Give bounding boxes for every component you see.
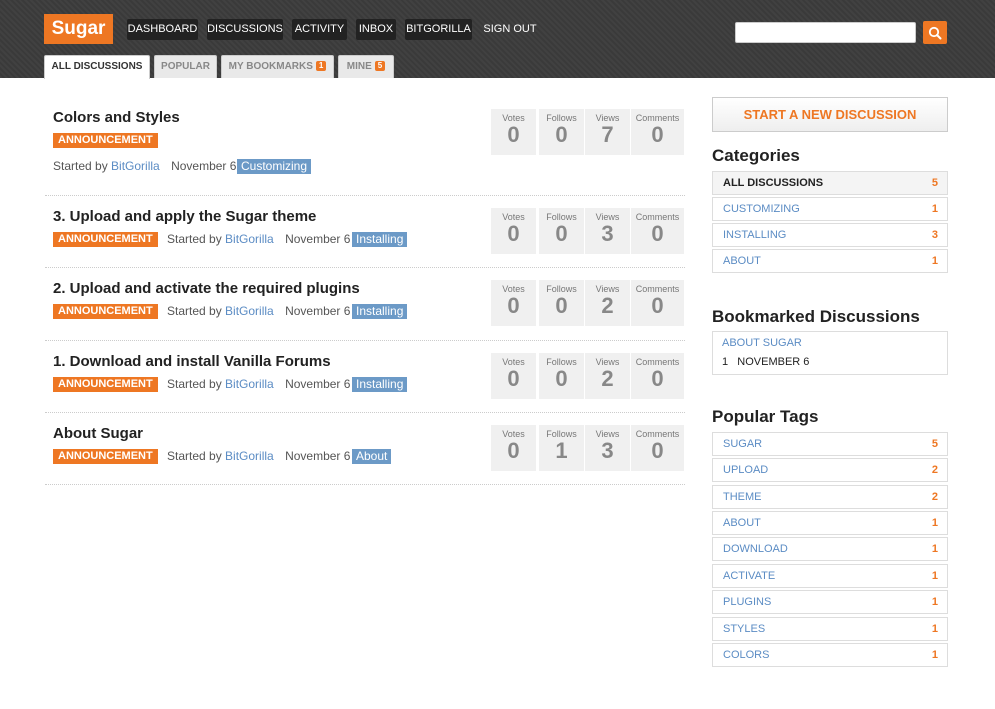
- count-badge: 5: [374, 61, 386, 71]
- discussion-meta: Started by BitGorilla November 6: [53, 159, 237, 173]
- popular-tags-heading: Popular Tags: [712, 407, 819, 426]
- announcement-badge: ANNOUNCEMENT: [53, 377, 158, 392]
- votes-count: Votes 0: [491, 280, 536, 326]
- tag-plugins[interactable]: PLUGINS 1: [712, 590, 948, 614]
- discussion-counts: Votes 0 Follows 1 Views 3 Comments 0: [491, 425, 684, 471]
- author-link[interactable]: BitGorilla: [225, 232, 274, 246]
- category-tag[interactable]: Customizing: [237, 159, 312, 174]
- discussion-meta: Started by BitGorilla November 6: [167, 449, 351, 463]
- category-tag[interactable]: Installing: [352, 232, 408, 247]
- category-tag[interactable]: Installing: [352, 377, 408, 392]
- category-installing[interactable]: INSTALLING 3: [712, 223, 948, 247]
- tag-activate[interactable]: ACTIVATE 1: [712, 564, 948, 588]
- discussion-item: 1. Download and install Vanilla Forums A…: [45, 340, 685, 413]
- site-logo[interactable]: Sugar: [44, 14, 113, 44]
- announcement-badge: ANNOUNCEMENT: [53, 232, 158, 247]
- discussion-title[interactable]: 2. Upload and activate the required plug…: [53, 280, 360, 297]
- bookmarked-heading: Bookmarked Discussions: [712, 307, 920, 326]
- category-all-discussions[interactable]: ALL DISCUSSIONS 5: [712, 171, 948, 195]
- bookmarked-discussion: ABOUT SUGAR 1 NOVEMBER 6: [712, 331, 948, 375]
- count-badge: 1: [315, 61, 327, 71]
- tag-upload[interactable]: UPLOAD 2: [712, 458, 948, 482]
- category-tag[interactable]: Installing: [352, 304, 408, 319]
- comments-count: Comments 0: [631, 109, 684, 155]
- discussion-meta: Started by BitGorilla November 6: [167, 377, 351, 391]
- nav-sign-out[interactable]: SIGN OUT: [481, 19, 539, 40]
- tag-sugar[interactable]: SUGAR 5: [712, 432, 948, 456]
- start-new-discussion-button[interactable]: START A NEW DISCUSSION: [712, 97, 948, 132]
- views-count: Views 3: [585, 425, 630, 471]
- discussion-item: About Sugar ANNOUNCEMENT Started by BitG…: [45, 412, 685, 485]
- discussion-title[interactable]: Colors and Styles: [53, 109, 180, 126]
- nav-discussions[interactable]: DISCUSSIONS: [207, 19, 283, 40]
- follows-count: Follows 0: [539, 109, 584, 155]
- follows-count: Follows 1: [539, 425, 584, 471]
- views-count: Views 3: [585, 208, 630, 254]
- category-customizing[interactable]: CUSTOMIZING 1: [712, 197, 948, 221]
- follows-count: Follows 0: [539, 353, 584, 399]
- author-link[interactable]: BitGorilla: [225, 449, 274, 463]
- tag-about[interactable]: ABOUT 1: [712, 511, 948, 535]
- views-count: Views 7: [585, 109, 630, 155]
- author-link[interactable]: BitGorilla: [225, 377, 274, 391]
- search-button[interactable]: [923, 21, 947, 44]
- bookmarked-meta: 1 NOVEMBER 6: [722, 356, 810, 368]
- votes-count: Votes 0: [491, 353, 536, 399]
- announcement-badge: ANNOUNCEMENT: [53, 133, 158, 148]
- discussion-title[interactable]: About Sugar: [53, 425, 143, 442]
- announcement-badge: ANNOUNCEMENT: [53, 304, 158, 319]
- views-count: Views 2: [585, 353, 630, 399]
- follows-count: Follows 0: [539, 208, 584, 254]
- comments-count: Comments 0: [631, 280, 684, 326]
- discussion-item: Colors and Styles ANNOUNCEMENT Started b…: [45, 97, 685, 196]
- category-tag[interactable]: About: [352, 449, 392, 464]
- discussion-date: November 6: [171, 159, 237, 173]
- votes-count: Votes 0: [491, 208, 536, 254]
- author-link[interactable]: BitGorilla: [111, 159, 160, 173]
- discussion-counts: Votes 0 Follows 0 Views 2 Comments 0: [491, 280, 684, 326]
- nav-inbox[interactable]: INBOX: [356, 19, 396, 40]
- votes-count: Votes 0: [491, 109, 536, 155]
- tag-colors[interactable]: COLORS 1: [712, 643, 948, 667]
- author-link[interactable]: BitGorilla: [225, 304, 274, 318]
- tag-download[interactable]: DOWNLOAD 1: [712, 537, 948, 561]
- search-input[interactable]: [735, 22, 916, 43]
- tab-popular[interactable]: POPULAR: [154, 55, 217, 78]
- top-bar: Sugar DASHBOARD DISCUSSIONS ACTIVITY INB…: [0, 0, 995, 79]
- discussion-item: 3. Upload and apply the Sugar theme ANNO…: [45, 195, 685, 268]
- discussion-title[interactable]: 3. Upload and apply the Sugar theme: [53, 208, 316, 225]
- discussion-item: 2. Upload and activate the required plug…: [45, 267, 685, 341]
- follows-count: Follows 0: [539, 280, 584, 326]
- discussion-title[interactable]: 1. Download and install Vanilla Forums: [53, 353, 331, 370]
- discussion-counts: Votes 0 Follows 0 Views 3 Comments 0: [491, 208, 684, 254]
- discussion-date: November 6: [285, 377, 351, 391]
- discussion-date: November 6: [285, 304, 351, 318]
- discussion-counts: Votes 0 Follows 0 Views 7 Comments 0: [491, 109, 684, 155]
- comments-count: Comments 0: [631, 425, 684, 471]
- discussion-date: November 6: [285, 449, 351, 463]
- tag-styles[interactable]: STYLES 1: [712, 617, 948, 641]
- nav-activity[interactable]: ACTIVITY: [292, 19, 347, 40]
- categories-heading: Categories: [712, 146, 800, 165]
- tab-mine[interactable]: MINE 5: [338, 55, 394, 78]
- tab-my-bookmarks[interactable]: MY BOOKMARKS 1: [221, 55, 334, 78]
- views-count: Views 2: [585, 280, 630, 326]
- nav-dashboard[interactable]: DASHBOARD: [127, 19, 198, 40]
- comments-count: Comments 0: [631, 353, 684, 399]
- announcement-badge: ANNOUNCEMENT: [53, 449, 158, 464]
- discussion-meta: Started by BitGorilla November 6: [167, 304, 351, 318]
- votes-count: Votes 0: [491, 425, 536, 471]
- bookmarked-title[interactable]: ABOUT SUGAR: [722, 337, 802, 349]
- tab-all-discussions[interactable]: ALL DISCUSSIONS: [44, 55, 150, 79]
- comments-count: Comments 0: [631, 208, 684, 254]
- search-icon: [928, 26, 942, 40]
- nav-bitgorilla[interactable]: BITGORILLA: [405, 19, 472, 40]
- discussion-meta: Started by BitGorilla November 6: [167, 232, 351, 246]
- tag-theme[interactable]: THEME 2: [712, 485, 948, 509]
- discussion-date: November 6: [285, 232, 351, 246]
- category-about[interactable]: ABOUT 1: [712, 249, 948, 273]
- discussion-counts: Votes 0 Follows 0 Views 2 Comments 0: [491, 353, 684, 399]
